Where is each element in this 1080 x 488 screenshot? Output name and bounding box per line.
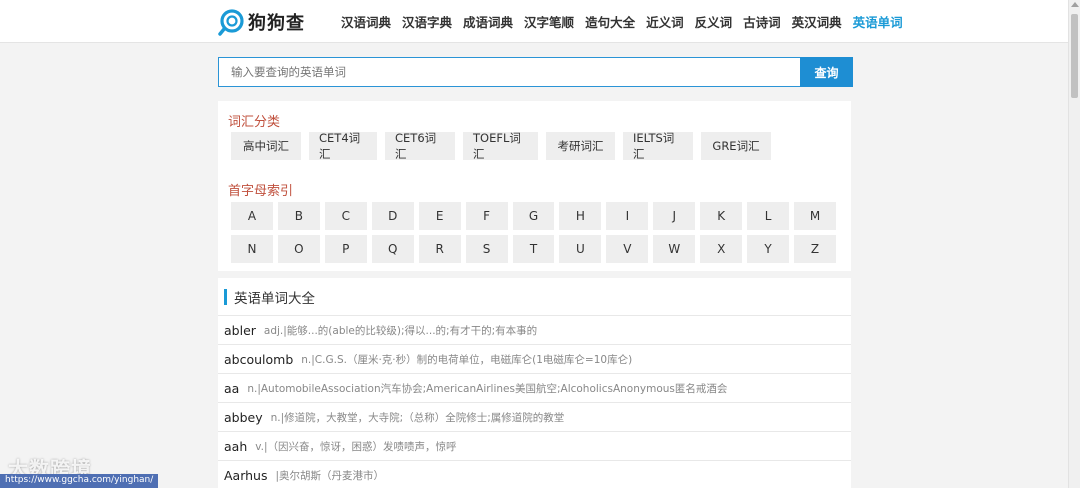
- letter-a[interactable]: A: [231, 202, 273, 230]
- vertical-scrollbar[interactable]: [1068, 0, 1080, 488]
- word-list-item: aa n.|AutomobileAssociation汽车协会;American…: [218, 374, 851, 403]
- letter-x[interactable]: X: [700, 235, 743, 263]
- category-gaozhong[interactable]: 高中词汇: [231, 132, 301, 160]
- letter-f[interactable]: F: [465, 202, 508, 230]
- word-link[interactable]: aa: [224, 381, 239, 396]
- word-list-title: 英语单词大全: [234, 290, 315, 307]
- word-definition: adj.|能够...的(able的比较级);得以...的;有才干的;有本事的: [263, 324, 538, 337]
- nav-item-fanyici[interactable]: 反义词: [695, 12, 733, 31]
- word-list-item: abcoulomb n.|C.G.S.（厘米·克·秒）制的电荷单位，电磁库仑(1…: [218, 345, 851, 374]
- word-list-item: abler adj.|能够...的(able的比较级);得以...的;有才干的;…: [218, 316, 851, 345]
- letter-d[interactable]: D: [371, 202, 414, 230]
- letter-k[interactable]: K: [700, 202, 743, 230]
- site-logo[interactable]: 狗狗查: [218, 7, 305, 37]
- word-link[interactable]: abler: [224, 323, 256, 338]
- letter-n[interactable]: N: [231, 235, 273, 263]
- letter-p[interactable]: P: [324, 235, 367, 263]
- letter-q[interactable]: Q: [371, 235, 414, 263]
- word-definition: v.|（因兴奋，惊讶，困惑）发啧啧声，惊呼: [255, 440, 457, 453]
- letter-y[interactable]: Y: [747, 235, 790, 263]
- scrollbar-thumb[interactable]: [1071, 14, 1078, 98]
- letter-w[interactable]: W: [653, 235, 696, 263]
- letter-index: A B C D E F G H I J K L M N O P Q R S T …: [231, 202, 841, 268]
- letter-l[interactable]: L: [747, 202, 790, 230]
- letter-row: A B C D E F G H I J K L M: [231, 202, 841, 230]
- search-input[interactable]: [218, 57, 800, 87]
- category-cet6[interactable]: CET6词汇: [385, 131, 455, 161]
- word-list-item: Aarhus |奥尔胡斯（丹麦港市）: [218, 461, 851, 488]
- letter-m[interactable]: M: [794, 202, 836, 230]
- category-gre[interactable]: GRE词汇: [701, 132, 771, 160]
- letter-u[interactable]: U: [559, 235, 602, 263]
- letter-b[interactable]: B: [277, 202, 320, 230]
- magnifier-logo-icon: [218, 8, 246, 36]
- search-bar: 查询: [218, 57, 853, 87]
- nav-item-hanyu-cidian[interactable]: 汉语词典: [341, 12, 391, 31]
- letter-row: N O P Q R S T U V W X Y Z: [231, 235, 841, 263]
- nav-item-bishun[interactable]: 汉字笔顺: [524, 12, 574, 31]
- category-cet4[interactable]: CET4词汇: [309, 131, 377, 161]
- site-header: 狗狗查 汉语词典 汉语字典 成语词典 汉字笔顺 造句大全 近义词 反义词 古诗词…: [0, 0, 1068, 43]
- word-link[interactable]: abbey: [224, 410, 263, 425]
- word-list-panel: 英语单词大全 abler adj.|能够...的(able的比较级);得以...…: [218, 278, 851, 488]
- letter-r[interactable]: R: [418, 235, 461, 263]
- main-nav: 汉语词典 汉语字典 成语词典 汉字笔顺 造句大全 近义词 反义词 古诗词 英汉词…: [341, 0, 914, 43]
- word-definition: |奥尔胡斯（丹麦港市）: [275, 469, 385, 482]
- watermark-url: https://www.ggcha.com/yinghan/: [0, 474, 159, 488]
- header-accent-bar: [224, 288, 227, 305]
- nav-item-hanyu-zidian[interactable]: 汉语字典: [402, 12, 452, 31]
- letter-s[interactable]: S: [465, 235, 508, 263]
- letter-z[interactable]: Z: [794, 235, 836, 263]
- scroll-up-arrow-icon[interactable]: [1071, 2, 1079, 7]
- word-link[interactable]: abcoulomb: [224, 352, 293, 367]
- word-definition: n.|C.G.S.（厘米·克·秒）制的电荷单位，电磁库仑(1电磁库仑=10库仑): [301, 353, 633, 366]
- word-list-header: 英语单词大全: [218, 278, 851, 316]
- category-section-title: 词汇分类: [228, 115, 281, 130]
- letter-v[interactable]: V: [606, 235, 649, 263]
- word-link[interactable]: Aarhus: [224, 468, 268, 483]
- nav-item-zaoju[interactable]: 造句大全: [585, 12, 635, 31]
- category-kaoyan[interactable]: 考研词汇: [546, 132, 615, 160]
- letter-section-title: 首字母索引: [228, 184, 294, 199]
- word-list-item: aah v.|（因兴奋，惊讶，困惑）发啧啧声，惊呼: [218, 432, 851, 461]
- index-panel: 词汇分类 高中词汇 CET4词汇 CET6词汇 TOEFL词汇 考研词汇 IEL…: [218, 101, 851, 271]
- logo-text: 狗狗查: [248, 13, 305, 34]
- word-definition: n.|修道院，大教堂，大寺院;（总称）全院修士;属修道院的教堂: [270, 411, 565, 424]
- search-button[interactable]: 查询: [800, 57, 853, 87]
- word-list-item: abbey n.|修道院，大教堂，大寺院;（总称）全院修士;属修道院的教堂: [218, 403, 851, 432]
- word-link[interactable]: aah: [224, 439, 247, 454]
- nav-item-gushici[interactable]: 古诗词: [743, 12, 781, 31]
- nav-item-chengyu[interactable]: 成语词典: [463, 12, 513, 31]
- word-definition: n.|AutomobileAssociation汽车协会;AmericanAir…: [247, 382, 728, 395]
- category-toefl[interactable]: TOEFL词汇: [463, 131, 538, 161]
- nav-item-yingyu-danci[interactable]: 英语单词: [853, 12, 903, 31]
- letter-h[interactable]: H: [559, 202, 602, 230]
- category-list: 高中词汇 CET4词汇 CET6词汇 TOEFL词汇 考研词汇 IELTS词汇 …: [231, 131, 779, 161]
- nav-item-jinyici[interactable]: 近义词: [646, 12, 684, 31]
- letter-j[interactable]: J: [653, 202, 696, 230]
- letter-t[interactable]: T: [512, 235, 555, 263]
- letter-c[interactable]: C: [324, 202, 367, 230]
- letter-e[interactable]: E: [418, 202, 461, 230]
- letter-o[interactable]: O: [277, 235, 320, 263]
- category-ielts[interactable]: IELTS词汇: [623, 131, 693, 161]
- letter-g[interactable]: G: [512, 202, 555, 230]
- letter-i[interactable]: I: [606, 202, 649, 230]
- nav-item-yinghan[interactable]: 英汉词典: [792, 12, 842, 31]
